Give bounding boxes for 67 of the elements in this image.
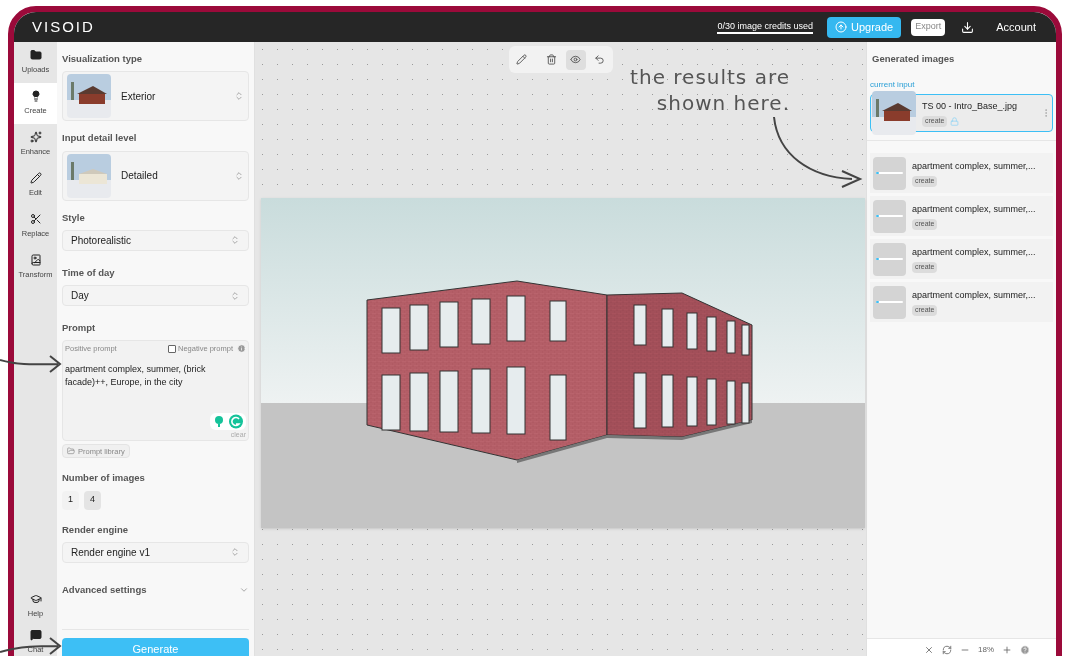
arrow-annotation bbox=[0, 352, 64, 376]
house-thumbnail bbox=[67, 74, 111, 119]
arrow-annotation bbox=[0, 636, 64, 656]
folder-icon bbox=[67, 447, 75, 456]
annotation-text: the results are shown here. bbox=[629, 64, 790, 116]
scissors-icon bbox=[29, 213, 42, 226]
panel-title: Generated images bbox=[871, 52, 956, 66]
account-link[interactable]: Account bbox=[996, 18, 1036, 36]
pencil-icon bbox=[516, 54, 527, 65]
image-title: apartment complex, summer,... bbox=[912, 245, 1036, 259]
undo-icon bbox=[594, 54, 605, 65]
image-name: TS 00 - Intro_Base_.jpg bbox=[922, 99, 1018, 113]
select-value: Render engine v1 bbox=[71, 545, 150, 560]
download-icon[interactable] bbox=[961, 20, 975, 34]
checkbox[interactable] bbox=[167, 344, 176, 353]
section-label: Input detail level bbox=[62, 131, 138, 146]
logo: VISOID bbox=[32, 16, 95, 37]
select-value: Detailed bbox=[121, 169, 158, 183]
count-option[interactable]: 1 bbox=[62, 490, 79, 510]
info-icon[interactable] bbox=[237, 344, 246, 354]
house-thumbnail bbox=[872, 91, 916, 136]
transform-icon bbox=[29, 254, 42, 267]
select-field[interactable]: Day bbox=[62, 285, 249, 306]
zoom-level: 18% bbox=[978, 643, 994, 656]
select-value: Exterior bbox=[121, 89, 156, 104]
section-label: Prompt bbox=[62, 321, 97, 335]
section-label: Time of day bbox=[62, 265, 116, 280]
trash-icon bbox=[546, 54, 557, 65]
image-title: apartment complex, summer,... bbox=[912, 159, 1036, 173]
chat-icon bbox=[29, 628, 42, 641]
image-title: apartment complex, summer,... bbox=[912, 202, 1036, 216]
credits-link[interactable]: 0/30 image credits used bbox=[717, 20, 814, 34]
refresh-icon[interactable] bbox=[942, 644, 952, 655]
lightbulb-icon bbox=[29, 90, 42, 103]
image-title: apartment complex, summer,... bbox=[912, 288, 1036, 302]
section-label: Style bbox=[62, 210, 86, 225]
eye-icon bbox=[570, 54, 581, 65]
select-value: Photorealistic bbox=[71, 233, 132, 248]
zoom-in-icon[interactable] bbox=[1002, 644, 1012, 655]
chevrons-icon bbox=[234, 170, 244, 181]
select-field[interactable]: Photorealistic bbox=[62, 229, 249, 251]
prompt-text: apartment complex, summer, (brick facade)++, Europe, in the city bbox=[65, 362, 207, 389]
graduation-cap-icon bbox=[29, 592, 42, 605]
extension-icons bbox=[210, 412, 246, 430]
section-label[interactable]: Advanced settings bbox=[62, 582, 147, 597]
house-thumbnail bbox=[67, 153, 111, 198]
close-icon[interactable] bbox=[924, 644, 934, 655]
chevrons-icon bbox=[230, 547, 240, 558]
count-option[interactable]: 4 bbox=[84, 490, 101, 510]
select-field[interactable]: Render engine v1 bbox=[62, 541, 249, 563]
upgrade-icon bbox=[835, 21, 848, 33]
sparkle-icon bbox=[29, 131, 42, 144]
section-label: Visualization type bbox=[62, 52, 144, 66]
folder-icon bbox=[29, 49, 42, 62]
pencil-icon bbox=[29, 172, 42, 185]
section-label: Number of images bbox=[62, 471, 146, 486]
chevrons-icon bbox=[234, 91, 244, 102]
chevrons-icon bbox=[230, 235, 240, 246]
help-icon[interactable] bbox=[1020, 644, 1030, 655]
chevrons-icon bbox=[230, 290, 240, 301]
export-button[interactable]: Export bbox=[911, 18, 946, 36]
current-input-label: current input bbox=[870, 80, 915, 91]
select-field[interactable]: Detailed bbox=[62, 150, 249, 201]
select-value: Day bbox=[71, 289, 89, 303]
select-field[interactable]: Exterior bbox=[62, 71, 249, 122]
section-label: Render engine bbox=[62, 522, 129, 537]
toolbar-button[interactable] bbox=[565, 49, 586, 70]
